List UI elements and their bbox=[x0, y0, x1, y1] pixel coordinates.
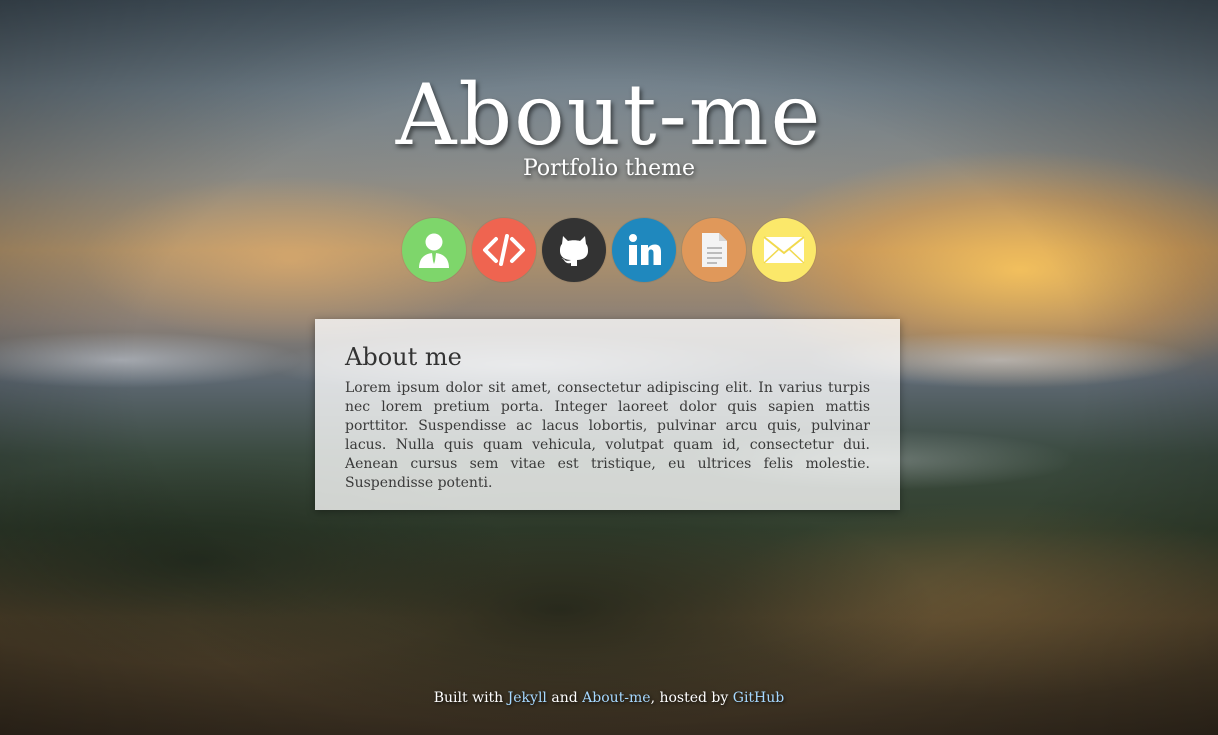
footer-github-link[interactable]: GitHub bbox=[733, 690, 784, 706]
about-link-button[interactable] bbox=[402, 218, 466, 282]
site-title: About-me bbox=[395, 66, 823, 164]
resume-link-button[interactable] bbox=[682, 218, 746, 282]
about-body: Lorem ipsum dolor sit amet, consectetur … bbox=[345, 380, 870, 491]
site-header: About-me Portfolio theme bbox=[0, 70, 1218, 181]
github-link-button[interactable] bbox=[542, 218, 606, 282]
footer-jekyll-link[interactable]: Jekyll bbox=[508, 690, 547, 706]
site-footer: Built with Jekyll and About-me, hosted b… bbox=[0, 690, 1218, 706]
footer-and-text: and bbox=[551, 690, 578, 706]
footer-built-with-text: Built with bbox=[433, 690, 504, 706]
linkedin-icon bbox=[629, 234, 661, 265]
site-subtitle: Portfolio theme bbox=[522, 156, 696, 181]
linkedin-link-button[interactable] bbox=[612, 218, 676, 282]
about-card: About me Lorem ipsum dolor sit amet, con… bbox=[315, 319, 900, 510]
document-icon bbox=[702, 233, 727, 267]
mail-icon bbox=[763, 236, 805, 264]
about-heading: About me bbox=[345, 343, 462, 371]
code-link-button[interactable] bbox=[472, 218, 536, 282]
footer-hosted-by-text: , hosted by bbox=[650, 690, 729, 706]
about-icon bbox=[419, 233, 449, 268]
footer-about-me-link[interactable]: About-me bbox=[582, 690, 650, 706]
email-link-button[interactable] bbox=[752, 218, 816, 282]
github-icon bbox=[560, 236, 588, 266]
social-links bbox=[0, 218, 1218, 282]
code-icon bbox=[483, 234, 525, 266]
